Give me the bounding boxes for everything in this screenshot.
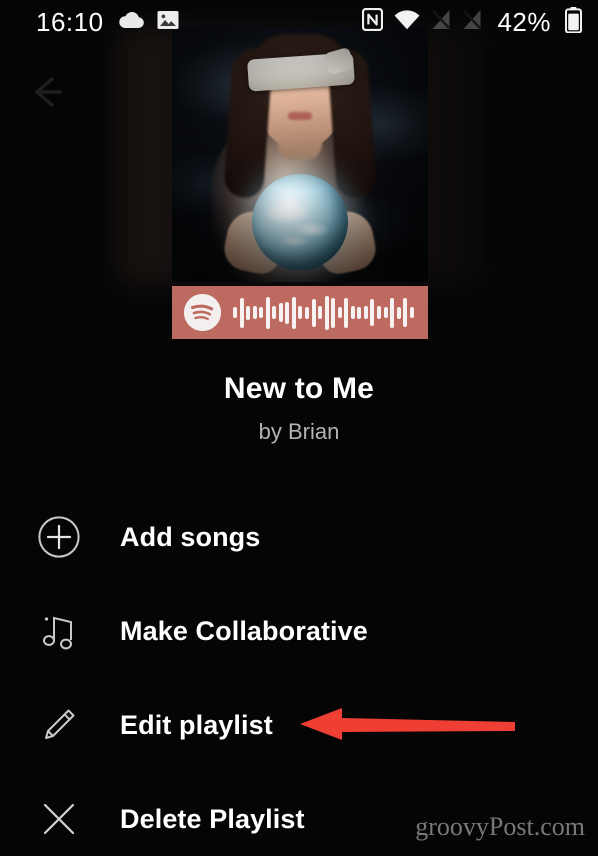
wifi-icon: [394, 9, 420, 35]
spotify-code-bar: [265, 296, 270, 329]
status-bar-clock: 16:10: [36, 7, 104, 37]
spotify-code-bar: [298, 306, 303, 319]
photo-icon: [157, 9, 179, 36]
watermark: groovyPost.com: [415, 812, 585, 841]
spotify-code-bar: [363, 306, 368, 319]
no-sim-1-icon: [431, 9, 451, 35]
spotify-code-bar: [285, 301, 290, 324]
cover-art-vignette: [172, 26, 428, 282]
spotify-code-bar: [344, 297, 349, 328]
spotify-code-bar: [291, 296, 296, 329]
spotify-code-bar: [278, 303, 283, 322]
playlist-owner: by Brian: [258, 419, 340, 444]
cloud-icon: [118, 11, 145, 34]
status-bar-notification-icons: [118, 9, 179, 36]
spotify-code-bar: [390, 297, 395, 328]
spotify-code-bar: [272, 306, 277, 319]
spotify-code-bar: [311, 298, 316, 327]
spotify-code-bar: [246, 305, 251, 320]
spotify-code-bar: [337, 307, 342, 318]
close-x-icon: [36, 796, 82, 842]
spotify-code-bar: [403, 298, 408, 327]
spotify-code-bars: [233, 293, 414, 333]
spotify-code-bar: [324, 295, 329, 330]
spotify-code-bar: [350, 306, 355, 319]
spotify-code-bar: [318, 306, 323, 319]
spotify-code-bar: [377, 306, 382, 319]
playlist-options-menu: Add songs Make Collaborative Edit playli…: [0, 490, 598, 856]
spotify-code[interactable]: [172, 286, 428, 339]
spotify-code-bar: [252, 306, 257, 319]
playlist-cover-art: [172, 26, 428, 282]
spotify-code-bar: [396, 306, 401, 319]
music-notes-icon: [36, 608, 82, 654]
spotify-code-bar: [259, 307, 264, 318]
spotify-code-bar: [409, 307, 414, 318]
spotify-logo-icon: [184, 294, 221, 331]
menu-item-label: Make Collaborative: [120, 615, 368, 646]
phone-screen: 16:10 42% New to Me by Brian Add songs M…: [0, 0, 598, 856]
spotify-code-bar: [233, 307, 237, 318]
menu-item-label: Add songs: [120, 521, 261, 552]
status-bar: 16:10 42%: [0, 0, 598, 44]
spotify-code-bar: [331, 297, 336, 328]
spotify-code-bar: [357, 306, 362, 319]
spotify-code-bar: [305, 306, 310, 319]
menu-item-label: Edit playlist: [120, 709, 273, 740]
spotify-code-bar: [370, 299, 375, 326]
status-bar-system-icons: 42%: [362, 6, 582, 38]
no-sim-2-icon: [462, 9, 482, 35]
menu-item-make-collaborative[interactable]: Make Collaborative: [0, 584, 598, 678]
back-arrow-icon[interactable]: [26, 70, 70, 114]
spotify-code-bar: [239, 297, 244, 328]
nfc-icon: [362, 7, 384, 36]
plus-circle-icon: [36, 514, 82, 560]
spotify-code-bar: [383, 307, 388, 318]
pencil-icon: [36, 702, 82, 748]
menu-item-label: Delete Playlist: [120, 803, 305, 834]
playlist-title: New to Me: [223, 372, 375, 405]
battery-percent-label: 42%: [497, 7, 551, 37]
battery-icon: [565, 6, 582, 38]
annotation-arrow-icon: [300, 702, 515, 746]
menu-item-add-songs[interactable]: Add songs: [0, 490, 598, 584]
